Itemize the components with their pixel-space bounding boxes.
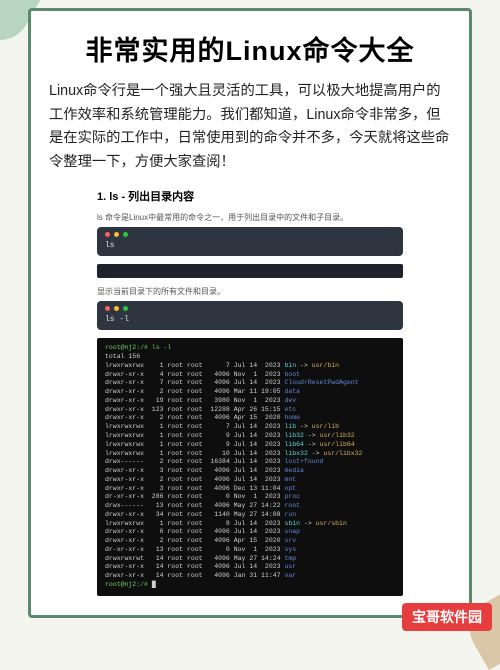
article-card: 非常实用的Linux命令大全 Linux命令行是一个强大且灵活的工具，可以极大地…: [28, 8, 472, 618]
output-bar: [97, 264, 403, 278]
window-dots-icon: [105, 232, 128, 237]
code-text: ls: [105, 241, 115, 250]
code-block-ls: ls: [97, 227, 403, 256]
section-desc-1: ls 命令是Linux中最常用的命令之一，用于列出目录中的文件和子目录。: [97, 212, 451, 223]
intro-paragraph: Linux命令行是一个强大且灵活的工具，可以极大地提高用户的工作效率和系统管理能…: [49, 80, 451, 174]
code-text: ls -l: [105, 315, 129, 324]
terminal-output: root@nj2:/# ls -l total 156 lrwxrwxrwx 1…: [97, 338, 403, 595]
section-desc-2: 显示当前目录下的所有文件和目录。: [97, 286, 451, 297]
watermark-logo: 宝哥软件园: [402, 603, 492, 631]
section-title: 1. ls - 列出目录内容: [97, 188, 451, 204]
page-title: 非常实用的Linux命令大全: [49, 29, 451, 68]
code-block-lsl: ls -l: [97, 301, 403, 330]
window-dots-icon: [105, 306, 128, 311]
